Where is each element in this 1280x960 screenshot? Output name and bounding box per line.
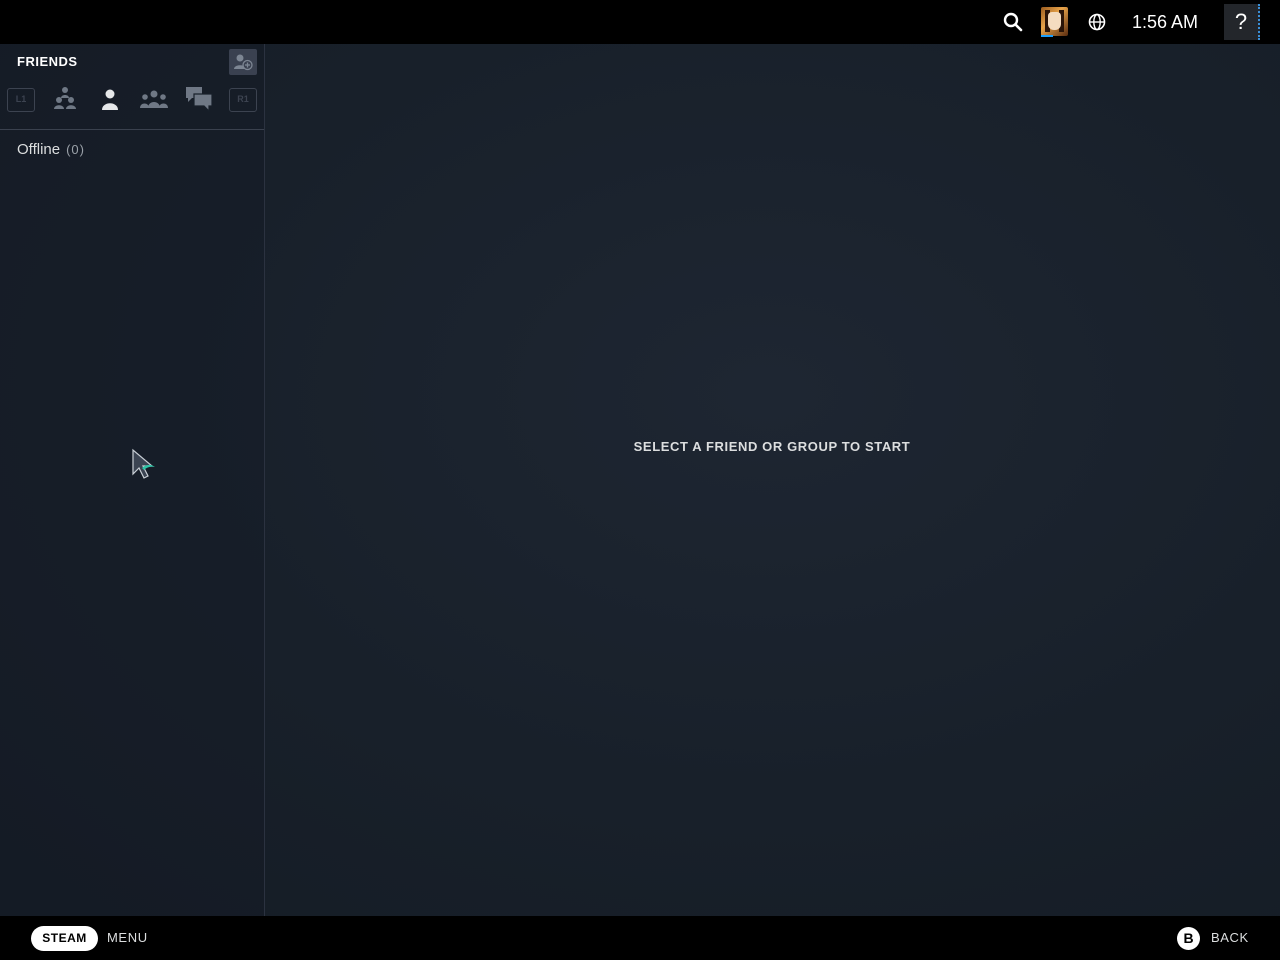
- search-icon[interactable]: [1001, 10, 1025, 34]
- globe-icon[interactable]: [1086, 11, 1108, 33]
- friends-tabs: L1 R1: [0, 82, 264, 118]
- right-bumper-hint: R1: [229, 88, 257, 112]
- avatar-status-indicator: [1041, 35, 1053, 37]
- friend-icon: [102, 89, 118, 110]
- empty-state-message: SELECT A FRIEND OR GROUP TO START: [633, 439, 911, 454]
- user-avatar[interactable]: [1041, 7, 1068, 36]
- groups-icon: [140, 90, 168, 108]
- main-area: FRIENDS L1 R1 Offline (0) SELECT A FRIEN…: [0, 44, 1280, 916]
- friends-ingame-icon: [54, 87, 76, 109]
- b-button[interactable]: B: [1177, 927, 1200, 950]
- offline-section-header[interactable]: Offline (0): [17, 141, 85, 158]
- tab-friends-ingame[interactable]: [50, 82, 80, 116]
- add-friend-icon: [234, 54, 253, 71]
- help-button[interactable]: ?: [1224, 4, 1260, 40]
- section-count: (0): [66, 142, 85, 157]
- top-bar: 1:56 AM ?: [0, 0, 1280, 44]
- tab-groups[interactable]: [138, 82, 170, 116]
- tab-chats[interactable]: [183, 82, 215, 116]
- bottom-bar: STEAM MENU B BACK: [0, 916, 1280, 960]
- friends-sidebar: FRIENDS L1 R1 Offline (0): [0, 44, 265, 916]
- add-friend-button[interactable]: [229, 49, 257, 75]
- steam-button[interactable]: STEAM: [31, 926, 98, 951]
- menu-label: MENU: [107, 930, 148, 945]
- section-label: Offline: [17, 141, 61, 158]
- clock: 1:56 AM: [1131, 12, 1199, 32]
- left-bumper-hint: L1: [7, 88, 35, 112]
- sidebar-divider: [0, 129, 264, 130]
- cursor-icon: [132, 448, 155, 479]
- tab-friends[interactable]: [96, 82, 124, 116]
- back-label: BACK: [1211, 930, 1249, 945]
- friends-title: FRIENDS: [17, 54, 78, 69]
- chat-icon: [186, 87, 213, 113]
